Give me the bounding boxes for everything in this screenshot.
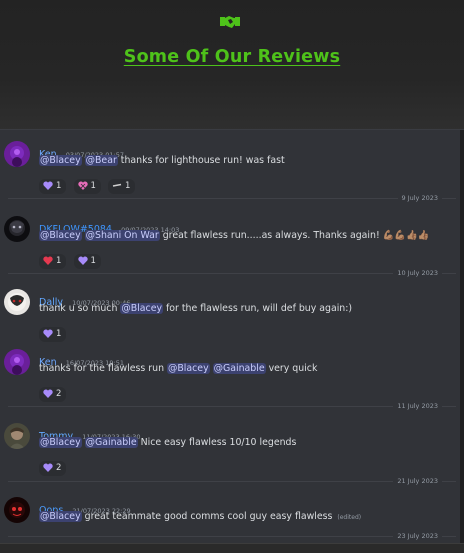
dash-emoji-icon [112,183,122,187]
pink-heart-icon [77,181,88,190]
user-mention[interactable]: @Bear [84,155,118,166]
user-mention[interactable]: @Blacey [39,511,82,522]
message-text: @Blacey @Bear thanks for lighthouse run!… [39,155,285,166]
message-text: thanks for the flawless run @Blacey @Gai… [39,363,318,374]
reaction-button[interactable]: 1 [73,179,101,194]
purple-heart-icon [43,463,53,472]
reactions: 1 1 1 [39,173,137,194]
reactions: 1 [39,321,68,342]
date-divider: 23 July 2023 [8,531,456,541]
avatar[interactable] [4,497,30,523]
purple-heart-icon [43,329,53,338]
red-heart-icon [43,256,53,265]
purple-heart-icon [77,256,88,265]
user-mention[interactable]: @Blacey [39,437,82,448]
handshake-icon [220,16,240,28]
chat-log: Ken 03/07/2023 01:57 @Blacey @Bear thank… [0,129,464,544]
avatar[interactable] [4,423,30,449]
user-mention[interactable]: @Gainable [212,363,266,374]
date-divider: 10 July 2023 [8,268,456,278]
purple-heart-icon [43,181,53,190]
reaction-button[interactable]: 1 [73,254,101,269]
avatar[interactable] [4,141,30,167]
reactions: 2 [39,455,68,476]
reactions: 1 1 [39,248,103,269]
date-divider: 9 July 2023 [8,193,456,203]
scrollbar-track[interactable] [460,130,464,552]
reaction-button[interactable]: 1 [108,179,136,194]
message-text: @Blacey @Gainable Nice easy flawless 10/… [39,437,297,448]
page-title: Some Of Our Reviews [123,47,341,67]
reaction-button[interactable]: 1 [39,327,67,342]
user-mention[interactable]: @Shani On War [84,230,160,241]
user-mention[interactable]: @Blacey [167,363,210,374]
message-text: @Blacey great teammate good comms cool g… [39,511,362,522]
reaction-button[interactable]: 2 [39,387,67,402]
reviews-header: Some Of Our Reviews [0,0,464,130]
user-mention[interactable]: @Blacey [39,230,82,241]
purple-heart-icon [43,389,53,398]
avatar[interactable] [4,216,30,242]
reaction-button[interactable]: 1 [39,254,67,269]
avatar[interactable] [4,349,30,375]
reaction-button[interactable]: 2 [39,461,67,476]
user-mention[interactable]: @Gainable [84,437,138,448]
avatar[interactable] [4,289,30,315]
reactions: 2 [39,381,68,402]
date-divider: 21 July 2023 [8,476,456,486]
user-mention[interactable]: @Blacey [39,155,82,166]
message-text: thank u so much @Blacey for the flawless… [39,303,353,314]
message-text: @Blacey @Shani On War great flawless run… [39,230,430,241]
reaction-button[interactable]: 1 [39,179,67,194]
user-mention[interactable]: @Blacey [120,303,164,314]
date-divider: 11 July 2023 [8,401,456,411]
edited-label: (edited) [337,514,362,521]
